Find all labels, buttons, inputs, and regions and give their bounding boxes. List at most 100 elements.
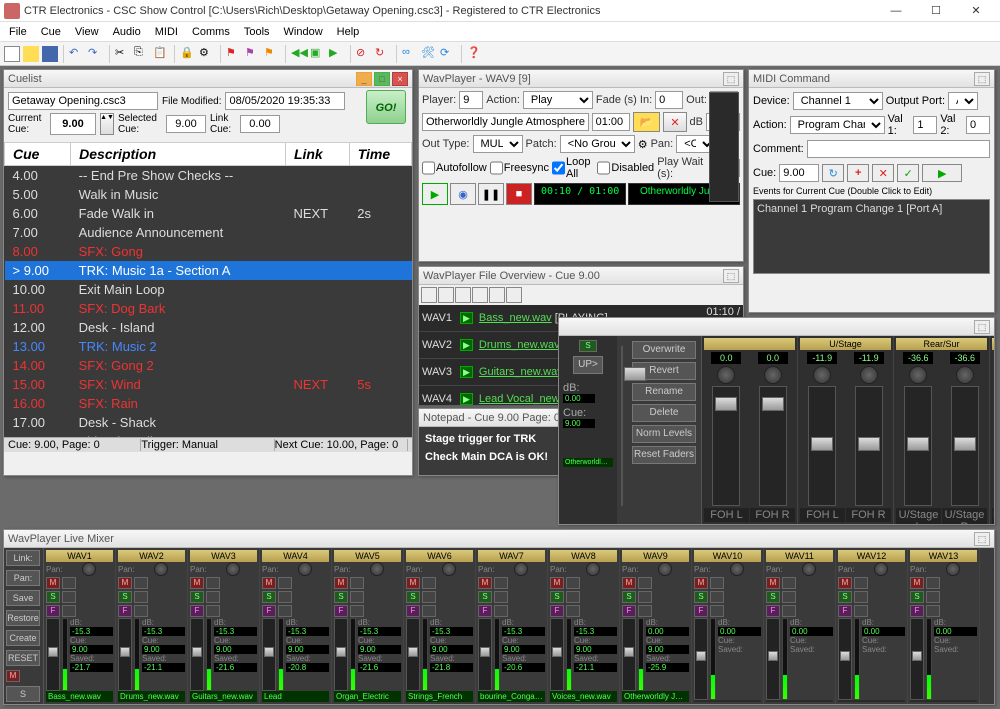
cue-col[interactable]: Link	[285, 143, 349, 166]
btn[interactable]	[350, 577, 364, 589]
solo-button[interactable]: S	[262, 591, 276, 603]
btn[interactable]	[854, 605, 868, 617]
cue-row[interactable]: 15.00SFX: WindNEXT5s	[5, 375, 412, 394]
action-select[interactable]: Play	[523, 91, 593, 109]
btn[interactable]	[854, 577, 868, 589]
paste-icon[interactable]: 📋	[153, 46, 169, 62]
btn[interactable]	[206, 577, 220, 589]
cue-col[interactable]: Time	[349, 143, 411, 166]
disabled-check[interactable]: Disabled	[597, 159, 654, 177]
fx-button[interactable]: F	[910, 605, 924, 617]
menu-file[interactable]: File	[2, 26, 34, 38]
mute-button[interactable]: M	[766, 577, 780, 589]
btn[interactable]	[710, 577, 724, 589]
settings-icon[interactable]: ⚙	[638, 138, 648, 151]
lm-side-m[interactable]: M	[6, 670, 20, 682]
cue-row[interactable]: 4.00-- End Pre Show Checks --	[5, 166, 412, 186]
midi-port-select[interactable]: A	[948, 92, 978, 110]
solo-button[interactable]: S	[550, 591, 564, 603]
midi-comment-input[interactable]	[807, 140, 990, 158]
selected-cue-input[interactable]	[166, 115, 206, 133]
lm-side-pan[interactable]: Pan:	[6, 570, 40, 586]
pan-knob[interactable]	[154, 562, 168, 576]
midi-refresh-button[interactable]: ↻	[822, 164, 844, 182]
pan-knob[interactable]	[813, 366, 831, 384]
solo-button[interactable]: S	[910, 591, 924, 603]
pause-button[interactable]: ❚❚	[478, 183, 504, 205]
cue-col[interactable]: Description	[71, 143, 286, 166]
menu-view[interactable]: View	[68, 26, 106, 38]
mute-button[interactable]: M	[910, 577, 924, 589]
midi-action-select[interactable]: Program Change	[790, 116, 885, 134]
flag-red-icon[interactable]: ⚑	[226, 46, 242, 62]
pan-knob[interactable]	[909, 366, 927, 384]
midi-add-button[interactable]: +	[847, 164, 869, 182]
spanner-icon[interactable]: 🛠	[421, 46, 437, 62]
fx-button[interactable]: F	[334, 605, 348, 617]
lm-side-save[interactable]: Save	[6, 590, 40, 606]
menu-help[interactable]: Help	[330, 26, 367, 38]
refresh-icon[interactable]: ⟳	[440, 46, 456, 62]
patch-select[interactable]: <No Group>	[560, 135, 635, 153]
fx-button[interactable]: F	[406, 605, 420, 617]
prev-icon[interactable]: ◀◀	[291, 46, 307, 62]
pan-knob[interactable]	[514, 562, 528, 576]
redo-icon[interactable]: ↷	[88, 46, 104, 62]
btn[interactable]	[350, 591, 364, 603]
solo-button[interactable]: S	[478, 591, 492, 603]
mx2-reset-faders-button[interactable]: Reset Faders	[632, 446, 696, 464]
fo-btn4[interactable]	[472, 287, 488, 303]
btn[interactable]	[278, 577, 292, 589]
reload-icon[interactable]: ↻	[375, 46, 391, 62]
fader[interactable]	[766, 618, 780, 700]
pan-knob[interactable]	[956, 366, 974, 384]
lock-icon[interactable]: 🔒	[180, 46, 196, 62]
btn[interactable]	[638, 591, 652, 603]
wav-del-button[interactable]: ✕	[663, 112, 686, 132]
mute-button[interactable]: M	[190, 577, 204, 589]
btn[interactable]	[782, 577, 796, 589]
fader[interactable]	[855, 386, 883, 506]
btn[interactable]	[422, 577, 436, 589]
fo-btn5[interactable]	[489, 287, 505, 303]
solo-button[interactable]: S	[622, 591, 636, 603]
solo-button[interactable]: S	[406, 591, 420, 603]
cue-row[interactable]: 8.00SFX: Gong	[5, 242, 412, 261]
cue-table[interactable]: CueDescriptionLinkTime 4.00-- End Pre Sh…	[4, 142, 412, 437]
fo-btn6[interactable]	[506, 287, 522, 303]
mute-button[interactable]: M	[118, 577, 132, 589]
menu-tools[interactable]: Tools	[237, 26, 277, 38]
fader[interactable]	[622, 618, 636, 691]
fader[interactable]	[478, 618, 492, 691]
fx-button[interactable]: F	[190, 605, 204, 617]
new-icon[interactable]	[4, 46, 20, 62]
wavfile-input[interactable]	[422, 113, 589, 131]
btn[interactable]	[350, 605, 364, 617]
fader[interactable]	[951, 386, 979, 506]
mute-button[interactable]: M	[550, 577, 564, 589]
fader[interactable]	[904, 386, 932, 506]
undo-icon[interactable]: ↶	[69, 46, 85, 62]
btn[interactable]	[278, 605, 292, 617]
cue-row[interactable]: 9.00TRK: Music 1a - Section A	[5, 261, 412, 280]
fader[interactable]	[262, 618, 276, 691]
autofollow-check[interactable]: Autofollow	[422, 159, 487, 177]
mx2-delete-button[interactable]: Delete	[632, 404, 696, 422]
fader[interactable]	[334, 618, 348, 691]
player-num-input[interactable]	[459, 91, 483, 109]
mute-button[interactable]: M	[694, 577, 708, 589]
mixer2-close-button[interactable]: ⬚	[974, 320, 990, 334]
btn[interactable]	[494, 605, 508, 617]
fader[interactable]	[190, 618, 204, 691]
btn[interactable]	[566, 605, 580, 617]
mute-button[interactable]: M	[838, 577, 852, 589]
cue-button[interactable]: ◉	[450, 183, 476, 205]
midi-ok-button[interactable]: ✓	[897, 164, 919, 182]
mute-button[interactable]: M	[334, 577, 348, 589]
freesync-check[interactable]: Freesync	[490, 159, 549, 177]
midi-close-button[interactable]: ⬚	[974, 72, 990, 86]
minimize-button[interactable]: —	[876, 0, 916, 22]
solo-button[interactable]: S	[46, 591, 60, 603]
fx-button[interactable]: F	[118, 605, 132, 617]
pan-knob[interactable]	[82, 562, 96, 576]
